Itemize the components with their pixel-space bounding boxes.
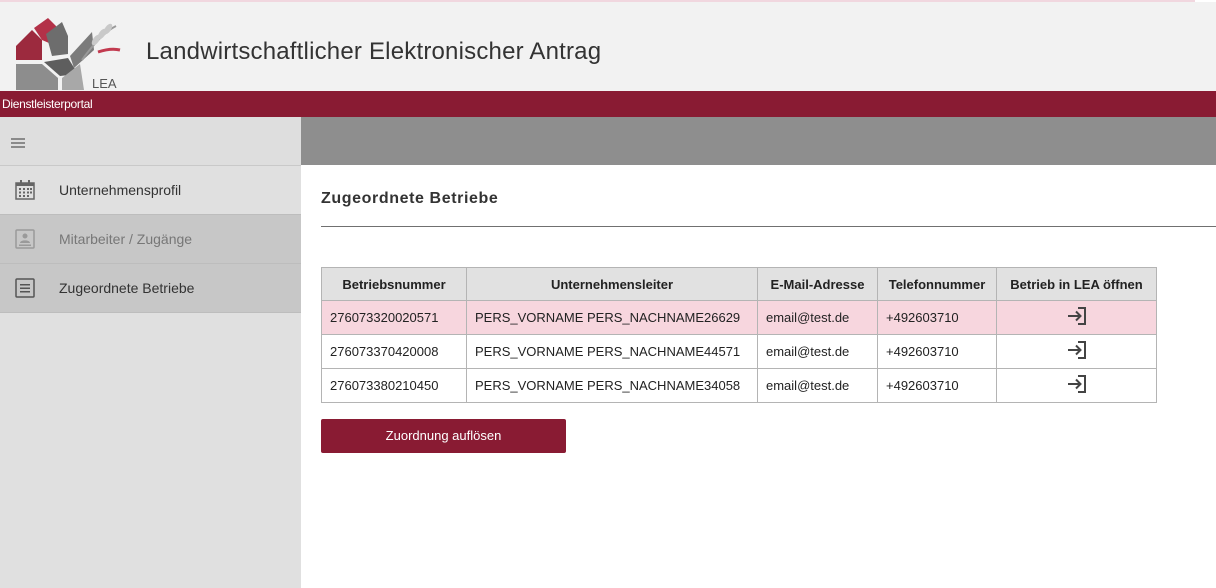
table-row[interactable]: 276073370420008 PERS_VORNAME PERS_NACHNA…	[321, 334, 1157, 369]
cell-email: email@test.de	[757, 300, 878, 335]
sign-in-icon	[1067, 307, 1086, 325]
table-header-row: Betriebsnummer Unternehmensleiter E-Mail…	[321, 267, 1157, 301]
sidebar-item-label: Unternehmensprofil	[59, 182, 182, 198]
page-title: Zugeordnete Betriebe	[321, 190, 499, 207]
sidebar-item-unternehmensprofil[interactable]: Unternehmensprofil	[0, 166, 301, 215]
hamburger-icon-line	[11, 142, 25, 144]
portal-bar: Dienstleisterportal	[0, 91, 1216, 117]
app-header: LEA Landwirtschaftlicher Elektronischer …	[0, 2, 1216, 91]
open-betrieb-button[interactable]	[996, 334, 1157, 369]
hamburger-icon-line	[11, 146, 25, 148]
sidebar-item-mitarbeiter[interactable]: Mitarbeiter / Zugänge	[0, 215, 301, 264]
cell-unternehmensleiter: PERS_VORNAME PERS_NACHNAME34058	[466, 368, 758, 403]
app-title: Landwirtschaftlicher Elektronischer Antr…	[146, 38, 602, 65]
table-row[interactable]: 276073380210450 PERS_VORNAME PERS_NACHNA…	[321, 368, 1157, 403]
portal-label: Dienstleisterportal	[2, 97, 93, 111]
cell-telefonnummer: +492603710	[877, 368, 997, 403]
column-header-betriebsnummer[interactable]: Betriebsnummer	[321, 267, 467, 301]
cell-unternehmensleiter: PERS_VORNAME PERS_NACHNAME44571	[466, 334, 758, 369]
sidebar: Unternehmensprofil Mitarbeiter / Zugänge…	[0, 117, 301, 588]
column-header-betrieb-oeffnen: Betrieb in LEA öffnen	[996, 267, 1157, 301]
open-betrieb-button[interactable]	[996, 368, 1157, 403]
document-list-icon	[15, 278, 35, 298]
cell-betriebsnummer: 276073370420008	[321, 334, 467, 369]
column-header-email[interactable]: E-Mail-Adresse	[757, 267, 878, 301]
sign-in-icon	[1067, 375, 1086, 393]
cell-telefonnummer: +492603710	[877, 334, 997, 369]
cell-telefonnummer: +492603710	[877, 300, 997, 335]
content-header-bar	[301, 117, 1216, 165]
sidebar-item-zugeordnete-betriebe[interactable]: Zugeordnete Betriebe	[0, 264, 301, 313]
sign-in-icon	[1067, 341, 1086, 359]
calendar-icon	[15, 180, 35, 200]
menu-toggle-button[interactable]	[0, 117, 301, 166]
lea-logo: LEA	[16, 18, 121, 91]
sidebar-item-label: Mitarbeiter / Zugänge	[59, 231, 193, 247]
betriebe-table: Betriebsnummer Unternehmensleiter E-Mail…	[321, 267, 1157, 403]
cell-betriebsnummer: 276073380210450	[321, 368, 467, 403]
cell-betriebsnummer: 276073320020571	[321, 300, 467, 335]
title-divider	[321, 226, 1216, 227]
person-card-icon	[15, 229, 35, 249]
hamburger-icon	[11, 138, 25, 140]
column-header-telefonnummer[interactable]: Telefonnummer	[877, 267, 997, 301]
cell-email: email@test.de	[757, 334, 878, 369]
open-betrieb-button[interactable]	[996, 300, 1157, 335]
cell-unternehmensleiter: PERS_VORNAME PERS_NACHNAME26629	[466, 300, 758, 335]
logo-text: LEA	[92, 76, 117, 91]
column-header-unternehmensleiter[interactable]: Unternehmensleiter	[466, 267, 758, 301]
sidebar-item-label: Zugeordnete Betriebe	[59, 280, 195, 296]
cell-email: email@test.de	[757, 368, 878, 403]
table-row[interactable]: 276073320020571 PERS_VORNAME PERS_NACHNA…	[321, 300, 1157, 335]
zuordnung-aufloesen-button[interactable]: Zuordnung auflösen	[321, 419, 566, 453]
